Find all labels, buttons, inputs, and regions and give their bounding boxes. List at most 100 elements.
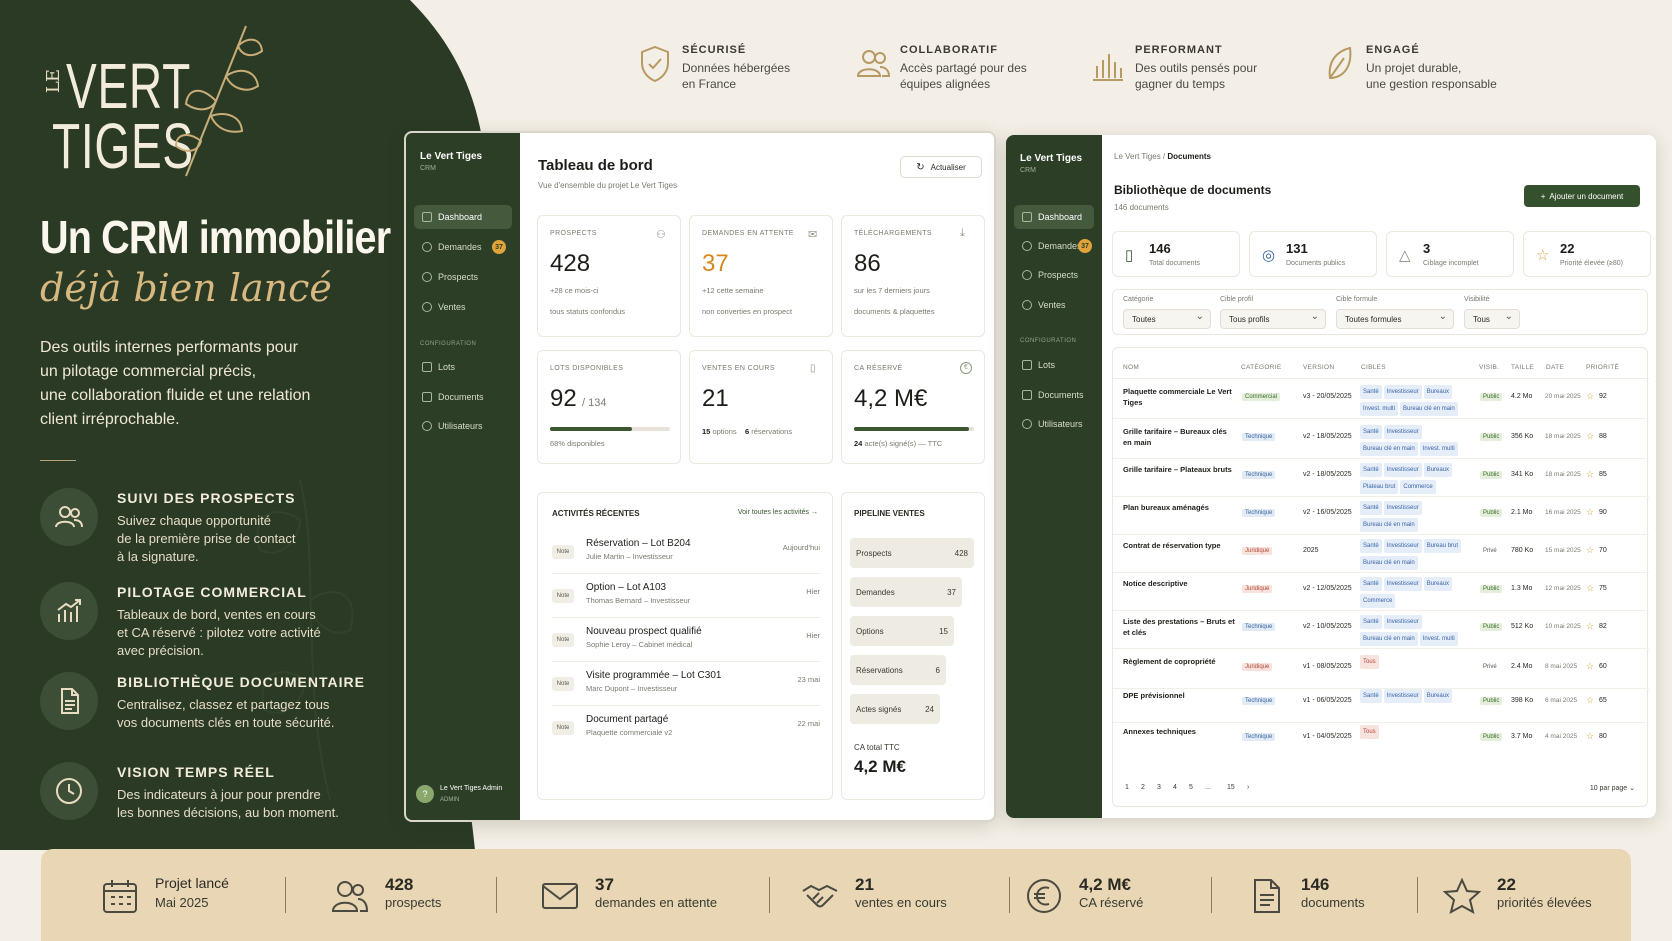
doc-stat-value: 3 bbox=[1423, 241, 1431, 256]
leaf-branch-icon bbox=[174, 25, 264, 177]
pipeline-stage[interactable]: Demandes 37 bbox=[850, 577, 962, 607]
page-button[interactable]: 5 bbox=[1189, 784, 1193, 791]
column-header[interactable]: DATE bbox=[1546, 364, 1564, 371]
doc-visibility: Public bbox=[1480, 471, 1503, 479]
sidebar-item-prospects[interactable]: Prospects bbox=[1014, 263, 1094, 287]
activity-item[interactable]: Note Document partagé Plaquette commercial… bbox=[538, 709, 834, 747]
add-document-button[interactable]: + Ajouter un document bbox=[1524, 185, 1640, 207]
doc-targets: Santé Investisseur Bureau clé en main Inves… bbox=[1359, 613, 1473, 647]
see-all-activities-link[interactable]: Voir toutes les activités → bbox=[738, 509, 818, 516]
feature-documents: BIBLIOTHÈQUE DOCUMENTAIRE Centralisez, c… bbox=[40, 672, 390, 752]
logo-le: LE bbox=[43, 70, 64, 94]
page-button[interactable]: 2 bbox=[1141, 784, 1145, 791]
activity-item[interactable]: Note Réservation – Lot B204 Julie Martin –… bbox=[538, 533, 834, 574]
euro-icon bbox=[1027, 879, 1061, 913]
column-header[interactable]: PRIORITÉ bbox=[1586, 364, 1619, 371]
table-row[interactable]: Liste des prestations – Bruts et et clés… bbox=[1113, 610, 1649, 649]
filter-select[interactable]: Tous bbox=[1464, 309, 1520, 329]
pipeline-stage[interactable]: Réservations 6 bbox=[850, 655, 946, 685]
sidebar-item-label: Documents bbox=[1038, 390, 1084, 400]
kpi-label: PROSPECTS bbox=[550, 230, 597, 237]
doc-priority: 65 bbox=[1599, 697, 1607, 704]
column-header[interactable]: CIBLES bbox=[1361, 364, 1386, 371]
page-button[interactable]: 3 bbox=[1157, 784, 1161, 791]
table-row[interactable]: Plaquette commerciale Le Vert Tiges Comme… bbox=[1113, 380, 1649, 419]
pipeline-stage[interactable]: Options 15 bbox=[850, 616, 954, 646]
kpi-ca[interactable]: CA RÉSERVÉ € 4,2 M€ 24 acte(s) signé(s) … bbox=[841, 350, 985, 464]
column-header[interactable]: VERSION bbox=[1303, 364, 1334, 371]
table-row[interactable]: Contrat de réservation type Juridique 2025… bbox=[1113, 534, 1649, 573]
grid-icon bbox=[1022, 212, 1032, 222]
column-header[interactable]: TAILLE bbox=[1511, 364, 1534, 371]
sidebar-item-utilisateurs[interactable]: Utilisateurs bbox=[1014, 412, 1094, 436]
sidebar-item-documents[interactable]: Documents bbox=[1014, 383, 1094, 407]
warning-icon: △ bbox=[1399, 247, 1411, 264]
per-page-select[interactable]: 10 par page ⌄ bbox=[1590, 784, 1635, 792]
kpi-label: TÉLÉCHARGEMENTS bbox=[854, 230, 932, 237]
page-button[interactable]: 15 bbox=[1227, 784, 1235, 791]
table-row[interactable]: Notice descriptive Juridique v2 - 12/05/20… bbox=[1113, 572, 1649, 611]
divider bbox=[1113, 418, 1649, 419]
doc-stat-card[interactable]: ◎ 131 Documents publics bbox=[1249, 231, 1377, 277]
column-header[interactable]: CATÉGORIE bbox=[1241, 364, 1282, 371]
filter-label: Visibilité bbox=[1464, 296, 1490, 303]
table-row[interactable]: Plan bureaux aménagés Technique v2 - 16/05… bbox=[1113, 496, 1649, 535]
sidebar-item-demandes[interactable]: Demandes 37 bbox=[1014, 234, 1094, 258]
sidebar-item-documents[interactable]: Documents bbox=[414, 385, 512, 409]
avatar[interactable]: ? bbox=[416, 785, 434, 803]
page-title: Tableau de bord bbox=[538, 157, 653, 174]
table-row[interactable]: DPE prévisionnel Technique v1 - 06/05/2025… bbox=[1113, 684, 1649, 723]
activity-item[interactable]: Note Nouveau prospect qualifié Sophie Lero… bbox=[538, 621, 834, 662]
activity-item[interactable]: Note Visite programmée – Lot C301 Marc Dup… bbox=[538, 665, 834, 706]
sidebar-brand: Le Vert Tiges bbox=[420, 151, 483, 162]
doc-stat-card[interactable]: △ 3 Ciblage incomplet bbox=[1386, 231, 1514, 277]
activity-item[interactable]: Note Option – Lot A103 Thomas Bernard – In… bbox=[538, 577, 834, 618]
doc-stat-label: Total documents bbox=[1149, 260, 1200, 267]
table-row[interactable]: Annexes techniques Technique v1 - 04/05/20… bbox=[1113, 720, 1649, 758]
target-chip: Bureau clé en main bbox=[1400, 402, 1458, 416]
activities-title: ACTIVITÉS RÉCENTES bbox=[552, 509, 640, 518]
filter-label: Cible profil bbox=[1220, 296, 1254, 303]
kpi-demandes[interactable]: DEMANDES EN ATTENTE ✉ 37 +12 cette semai… bbox=[689, 215, 833, 337]
euro-icon: € bbox=[960, 362, 972, 374]
feature-desc-line: et CA réservé : pilotez votre activité bbox=[117, 625, 321, 640]
top-feature-desc-line: en France bbox=[682, 77, 737, 91]
kpi-lots[interactable]: LOTS DISPONIBLES 92 / 134 68% disponible… bbox=[537, 350, 681, 464]
refresh-button[interactable]: ↻ Actualiser bbox=[900, 156, 982, 178]
doc-category: Commercial bbox=[1242, 393, 1281, 401]
column-header[interactable]: NOM bbox=[1123, 364, 1139, 371]
page-button[interactable]: 1 bbox=[1125, 784, 1129, 791]
column-header[interactable]: VISIB. bbox=[1479, 364, 1499, 371]
pipeline-stage[interactable]: Prospects 428 bbox=[850, 538, 974, 568]
pipeline-stage[interactable]: Actes signés 24 bbox=[850, 694, 940, 724]
sidebar-item-lots[interactable]: Lots bbox=[414, 355, 512, 379]
sidebar-item-lots[interactable]: Lots bbox=[1014, 353, 1094, 377]
separator bbox=[1009, 877, 1010, 913]
kpi-telechargements[interactable]: TÉLÉCHARGEMENTS ⤓ 86 sur les 7 derniers … bbox=[841, 215, 985, 337]
filter-select[interactable]: Toutes bbox=[1123, 309, 1211, 329]
filter-select[interactable]: Tous profils bbox=[1220, 309, 1326, 329]
sidebar-item-dashboard[interactable]: Dashboard bbox=[1014, 205, 1094, 229]
table-row[interactable]: Règlement de copropriété Juridique v1 - 08… bbox=[1113, 650, 1649, 689]
handshake-icon bbox=[802, 884, 838, 908]
note-tag: Note bbox=[552, 633, 574, 647]
page-button[interactable]: ... bbox=[1205, 784, 1211, 791]
sidebar-item-ventes[interactable]: Ventes bbox=[414, 295, 512, 319]
kpi-ventes[interactable]: VENTES EN COURS ▯ 21 15 options 6 réserv… bbox=[689, 350, 833, 464]
sidebar-item-prospects[interactable]: Prospects bbox=[414, 265, 512, 289]
filter-select[interactable]: Toutes formules bbox=[1336, 309, 1454, 329]
sidebar-item-dashboard[interactable]: Dashboard bbox=[414, 205, 512, 229]
page-button[interactable]: › bbox=[1247, 784, 1249, 791]
sidebar-item-ventes[interactable]: Ventes bbox=[1014, 293, 1094, 317]
activity-sub: Thomas Bernard – Investisseur bbox=[586, 596, 691, 605]
kpi-prospects[interactable]: PROSPECTS ⚇ 428 +28 ce mois-ci tous stat… bbox=[537, 215, 681, 337]
doc-stat-card[interactable]: ☆ 22 Priorité élevée (≥80) bbox=[1523, 231, 1651, 277]
table-row[interactable]: Grille tarifaire – Plateaux bruts Techniq… bbox=[1113, 458, 1649, 497]
table-row[interactable]: Grille tarifaire – Bureaux clés en main T… bbox=[1113, 420, 1649, 459]
breadcrumb-root[interactable]: Le Vert Tiges bbox=[1114, 152, 1161, 161]
page-button[interactable]: 4 bbox=[1173, 784, 1177, 791]
feature-title: BIBLIOTHÈQUE DOCUMENTAIRE bbox=[117, 674, 365, 690]
doc-stat-card[interactable]: ▯ 146 Total documents bbox=[1112, 231, 1240, 277]
sidebar-item-utilisateurs[interactable]: Utilisateurs bbox=[414, 414, 512, 438]
sidebar-item-demandes[interactable]: Demandes 37 bbox=[414, 235, 512, 259]
